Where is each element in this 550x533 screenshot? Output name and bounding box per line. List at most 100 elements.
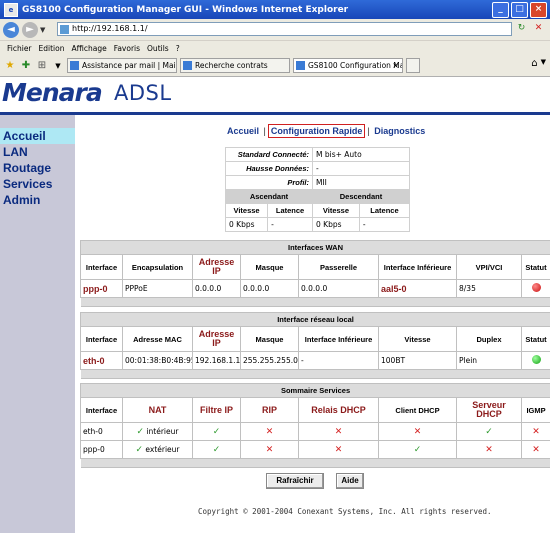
menu-fichier[interactable]: Fichier — [7, 44, 32, 53]
up-speed: 0 Kbps — [224, 217, 269, 232]
status-down-icon — [531, 283, 541, 292]
copyright-footer: Copyright © 2001-2004 Conexant Systems, … — [198, 507, 492, 516]
link-separator: | — [367, 126, 370, 136]
down-speed: 0 Kbps — [312, 217, 360, 232]
wan-interfaces-table: Interfaces WAN Interface Encapsulation A… — [79, 240, 550, 307]
home-icon[interactable]: ⌂ — [531, 58, 537, 69]
quick-tabs-icon[interactable]: ⊞ — [36, 60, 48, 72]
wan-inferieure-link[interactable]: aal5-0 — [378, 279, 457, 298]
svc-header-client: Client DHCP — [378, 397, 457, 423]
url-text: http://192.168.1.1/ — [72, 24, 148, 33]
cross-icon: ✕ — [334, 426, 343, 437]
add-favorite-icon[interactable]: ✚ — [20, 60, 32, 72]
stop-icon[interactable]: ✕ — [532, 22, 545, 35]
standard-value: M bis+ Auto — [312, 147, 410, 162]
lan-header-statut: Statut — [520, 326, 550, 352]
sidebar-item-admin[interactable]: Admin — [0, 192, 75, 208]
wan-passerelle: 0.0.0.0 — [298, 279, 379, 298]
refresh-button[interactable]: Rafraîchir — [266, 473, 324, 489]
window-titlebar: e GS8100 Configuration Manager GUI - Win… — [0, 0, 550, 19]
wan-interface-link[interactable]: ppp-0 — [80, 279, 123, 298]
services-summary-table: Sommaire Services Interface NAT Filtre I… — [79, 383, 550, 468]
services-title: Sommaire Services — [79, 383, 550, 398]
svc-header-filtre: Filtre IP — [192, 397, 241, 423]
wan-header-interface: Interface — [80, 254, 123, 280]
close-tab-icon[interactable]: × — [392, 59, 399, 72]
wan-header-statut: Statut — [520, 254, 550, 280]
svc-header-nat: NAT — [122, 397, 193, 423]
check-icon: ✓ — [135, 444, 144, 455]
tab-gs8100[interactable]: GS8100 Configuration Ma... × — [293, 58, 403, 73]
url-field[interactable]: http://192.168.1.1/ — [57, 22, 512, 36]
standard-label: Standard Connecté: — [225, 147, 313, 162]
wan-encapsulation: PPPoE — [122, 279, 193, 298]
sidebar-item-services[interactable]: Services — [0, 176, 75, 192]
address-bar: ◄ ► ▼ http://192.168.1.1/ ↻ ✕ — [0, 19, 550, 40]
connection-status-table: Standard Connecté: M bis+ Auto Hausse Do… — [224, 147, 411, 232]
cross-icon: ✕ — [532, 444, 540, 455]
help-button[interactable]: Aide — [336, 473, 364, 489]
tab-label: GS8100 Configuration Ma... — [308, 61, 403, 70]
link-diagnostics[interactable]: Diagnostics — [374, 126, 425, 136]
wan-header-inferieure: Interface Inférieure — [378, 254, 457, 280]
svc-interface: eth-0 — [80, 422, 123, 441]
cross-icon: ✕ — [413, 426, 422, 437]
wan-header-vpivci: VPI/VCI — [456, 254, 522, 280]
profil-value: MII — [312, 175, 410, 190]
sidebar-item-routage[interactable]: Routage — [0, 160, 75, 176]
maximize-button[interactable]: □ — [511, 2, 528, 18]
menu-favoris[interactable]: Favoris — [114, 44, 140, 53]
tab-favicon — [70, 61, 79, 70]
profil-label: Profil: — [225, 175, 313, 190]
window-title: GS8100 Configuration Manager GUI - Windo… — [22, 4, 349, 15]
forward-button[interactable]: ► — [22, 21, 38, 38]
lan-interface-link[interactable]: eth-0 — [80, 351, 123, 370]
close-window-button[interactable]: × — [530, 2, 547, 18]
lan-header-interface: Interface — [80, 326, 123, 352]
hausse-label: Hausse Données: — [225, 161, 313, 176]
cross-icon: ✕ — [265, 426, 274, 437]
home-dropdown-icon[interactable]: ▼ — [541, 58, 546, 69]
sidebar-item-lan[interactable]: LAN — [0, 144, 75, 160]
favorites-star-icon[interactable]: ★ — [4, 60, 16, 72]
lan-header-masque: Masque — [240, 326, 299, 352]
check-icon: ✓ — [485, 426, 493, 437]
menu-outils[interactable]: Outils — [147, 44, 169, 53]
link-accueil[interactable]: Accueil — [227, 126, 259, 136]
top-navigation: Accueil | Configuration Rapide | Diagnosti… — [227, 124, 425, 138]
refresh-icon[interactable]: ↻ — [515, 22, 528, 35]
link-separator: | — [263, 126, 266, 136]
tab-favicon — [296, 61, 305, 70]
tab-favicon — [183, 61, 192, 70]
back-button[interactable]: ◄ — [3, 21, 19, 38]
link-configuration-rapide[interactable]: Configuration Rapide — [267, 124, 366, 138]
sidebar-item-accueil[interactable]: Accueil — [0, 128, 75, 144]
table-row: eth-0 ✓ intérieur ✓ ✕ ✕ ✕ ✓ ✕ — [80, 422, 550, 441]
down-vitesse-header: Vitesse — [312, 203, 360, 218]
wan-header-ip: Adresse IP — [192, 254, 241, 280]
menu-help[interactable]: ? — [176, 44, 180, 53]
menu-affichage[interactable]: Affichage — [71, 44, 106, 53]
svc-nat-cell: ✓ intérieur — [122, 422, 193, 441]
wan-ip: 0.0.0.0 — [192, 279, 241, 298]
svc-interface: ppp-0 — [80, 440, 123, 459]
cross-icon: ✕ — [334, 444, 343, 455]
check-icon: ✓ — [212, 444, 221, 455]
minimize-button[interactable]: _ — [492, 2, 509, 18]
wan-masque: 0.0.0.0 — [240, 279, 299, 298]
sidebar: Accueil LAN Routage Services Admin — [0, 115, 75, 533]
up-latency: - — [267, 217, 313, 232]
wan-header-passerelle: Passerelle — [298, 254, 379, 280]
lan-header-mac: Adresse MAC — [122, 326, 193, 352]
tab-bar: ★ ✚ ⊞ ▼ Assistance par mail | Mail assi.… — [0, 55, 550, 77]
tab-recherche-contrats[interactable]: Recherche contrats — [180, 58, 290, 73]
history-dropdown-icon[interactable]: ▼ — [40, 26, 45, 34]
menu-edition[interactable]: Edition — [39, 44, 65, 53]
lan-interface-table: Interface réseau local Interface Adresse… — [79, 312, 550, 379]
table-row: ppp-0 ✓ extérieur ✓ ✕ ✕ ✓ ✕ ✕ — [80, 440, 550, 459]
tab-list-dropdown-icon[interactable]: ▼ — [52, 60, 64, 72]
tab-assistance-mail[interactable]: Assistance par mail | Mail assi... — [67, 58, 177, 73]
menu-bar: Fichier Edition Affichage Favoris Outils… — [0, 40, 550, 56]
menara-logo: Menara ADSL — [0, 78, 550, 108]
new-tab-button[interactable] — [406, 58, 420, 73]
